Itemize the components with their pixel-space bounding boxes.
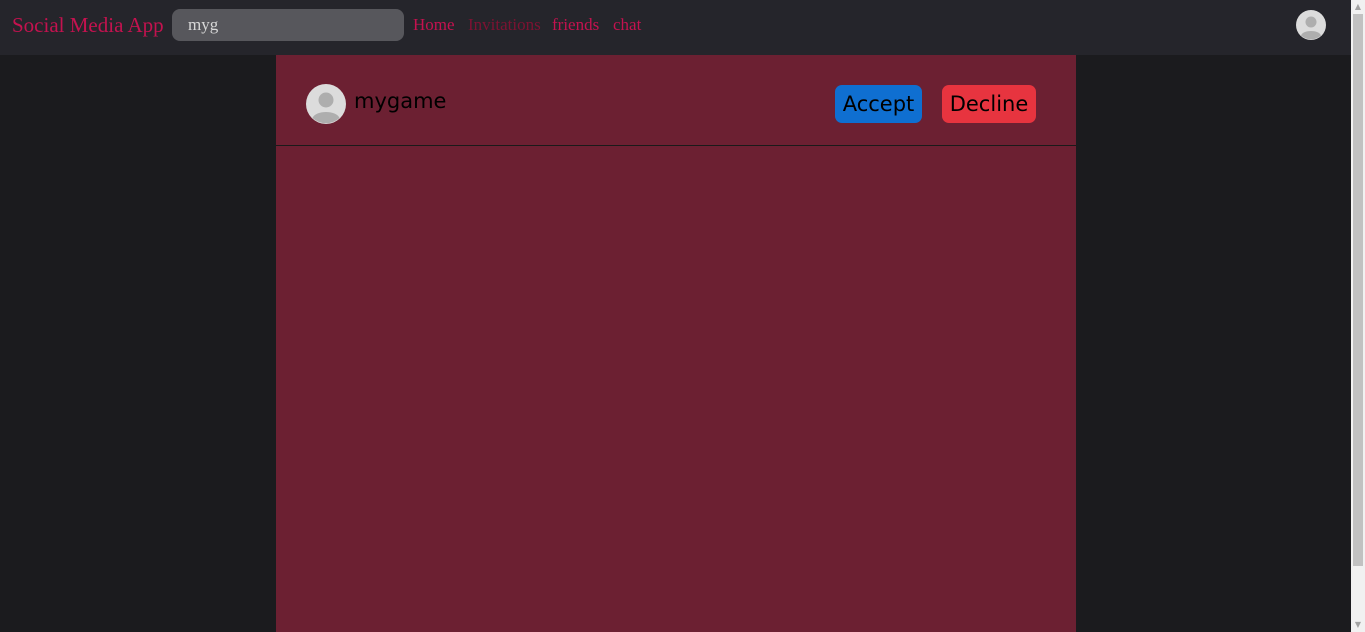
nav-link-home[interactable]: Home bbox=[413, 15, 455, 35]
brand-logo[interactable]: Social Media App bbox=[12, 13, 164, 38]
page-scrollbar[interactable]: ▲ ▼ bbox=[1351, 0, 1365, 632]
user-avatar-icon bbox=[306, 84, 346, 124]
nav-link-friends[interactable]: friends bbox=[552, 15, 599, 35]
accept-button[interactable]: Accept bbox=[835, 85, 922, 123]
invitation-username: mygame bbox=[354, 89, 447, 113]
scroll-down-arrow-icon[interactable]: ▼ bbox=[1351, 618, 1365, 632]
invitations-panel: mygame Accept Decline bbox=[276, 55, 1076, 632]
top-navbar: Social Media App Home Invitations friend… bbox=[0, 0, 1351, 55]
decline-button[interactable]: Decline bbox=[942, 85, 1036, 123]
scroll-up-arrow-icon[interactable]: ▲ bbox=[1351, 0, 1365, 14]
nav-link-chat[interactable]: chat bbox=[613, 15, 641, 35]
invitation-row: mygame Accept Decline bbox=[276, 55, 1076, 146]
nav-link-invitations[interactable]: Invitations bbox=[468, 15, 541, 35]
user-avatar-icon[interactable] bbox=[1296, 10, 1326, 40]
search-input[interactable] bbox=[172, 9, 404, 41]
scrollbar-thumb[interactable] bbox=[1353, 14, 1363, 566]
